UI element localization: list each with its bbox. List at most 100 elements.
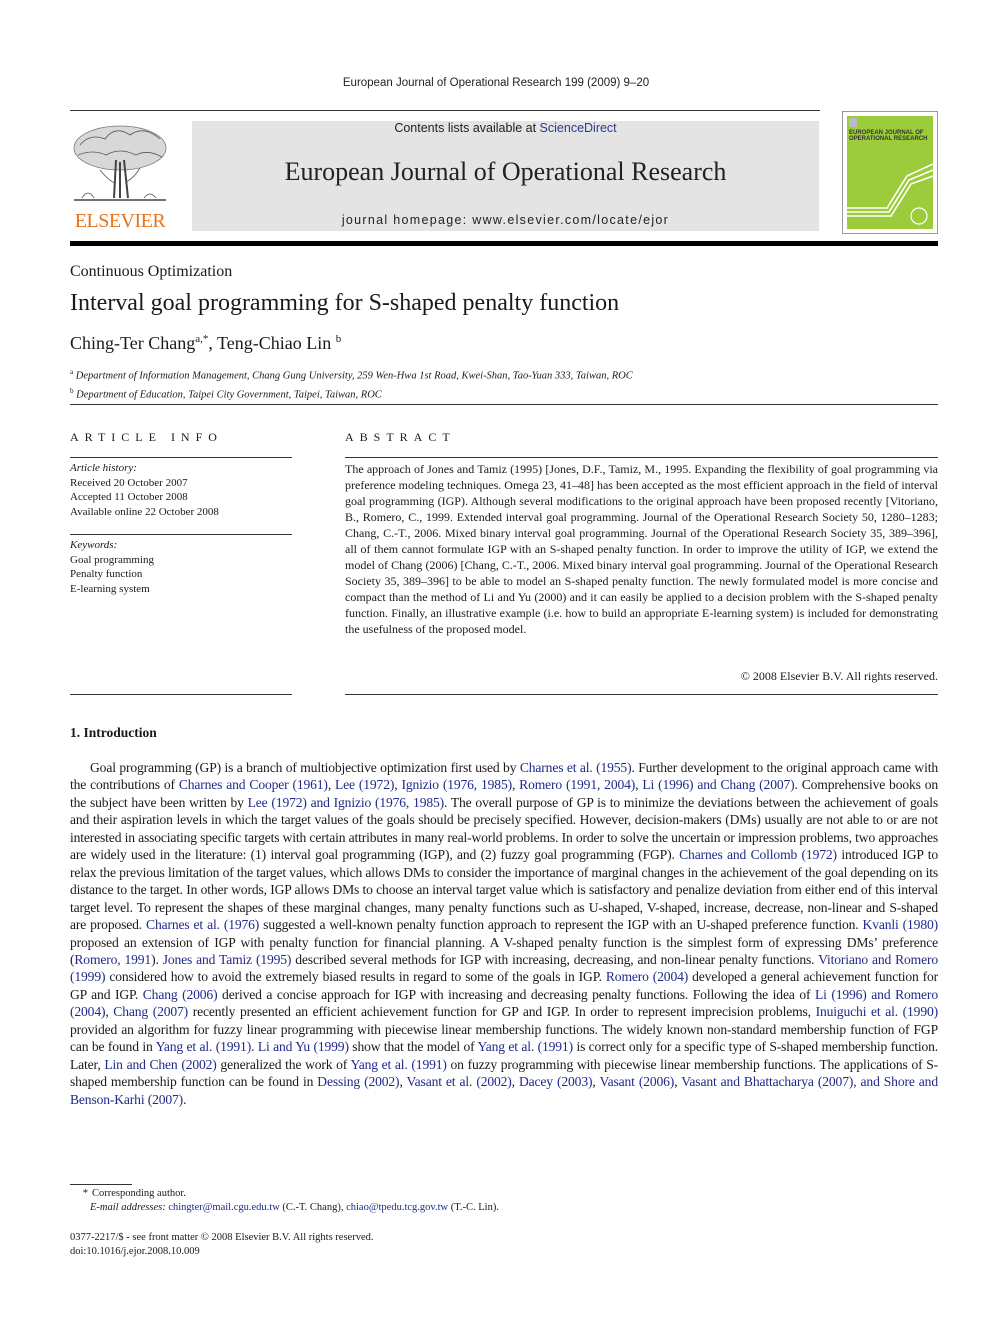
journal-homepage[interactable]: journal homepage: www.elsevier.com/locat… [192,213,819,227]
paper-title: Interval goal programming for S-shaped p… [70,290,620,316]
citation-link[interactable]: Romero, 1991 [74,952,151,967]
author-name: Teng-Chiao Lin [217,333,332,353]
keywords: Keywords: Goal programming Penalty funct… [70,538,154,596]
body-text-run: recently presented an efficient achievem… [188,1004,816,1020]
sciencedirect-link[interactable]: ScienceDirect [540,121,617,135]
citation-link[interactable]: Charnes and Cooper (1961) [179,777,328,792]
citation-link[interactable]: Charnes and Collomb (1972) [679,847,837,862]
masthead-rule [70,241,938,246]
citation-link[interactable]: Lin and Chen (2002) [104,1057,216,1072]
citation-link[interactable]: Jones and Tamiz (1995) [163,952,292,967]
author-list: Ching-Ter Changa,*, Teng-Chiao Lin b [70,333,341,354]
citation-link[interactable]: Ignizio (1976, 1985) [401,777,512,792]
title-rule [70,404,938,405]
elsevier-tree-icon [73,125,167,201]
history-item: Received 20 October 2007 [70,476,188,489]
affiliations: a Department of Information Management, … [70,365,633,403]
history-item: Accepted 11 October 2008 [70,491,188,503]
citation-link[interactable]: Yang et al. (1991) [156,1039,252,1054]
email-label: E-mail addresses: [90,1202,166,1213]
author-affil-marker[interactable]: a,* [195,333,208,345]
doi[interactable]: doi:10.1016/j.ejor.2008.10.009 [70,1245,373,1259]
footnote-star: * [82,1188,88,1199]
abstract-text: The approach of Jones and Tamiz (1995) [… [345,462,938,636]
contents-line: Contents lists available at ScienceDirec… [192,121,819,135]
citation-link[interactable]: Dacey (2003) [519,1074,593,1089]
cover-stripes-icon [847,163,933,225]
citation-link[interactable]: Vasant (2006) [599,1074,674,1089]
cover-title: EUROPEAN JOURNAL OF OPERATIONAL RESEARCH [849,130,928,142]
cover-publisher-mark [849,118,857,127]
citation-link[interactable]: Chang (2007) [113,1004,188,1019]
publisher-logo[interactable]: ELSEVIER [68,118,172,232]
affil-marker: a [70,368,74,376]
affil-marker: b [70,387,74,395]
header-rule [70,110,820,111]
affiliation: a Department of Information Management, … [70,365,633,384]
email-link[interactable]: chiao@tpedu.tcg.gov.tw [346,1202,448,1213]
author-affil-marker[interactable]: b [336,333,342,345]
citation-link[interactable]: Inuiguchi et al. (1990) [816,1004,939,1019]
body-text-run: Goal programming (GP) is a branch of mul… [90,760,520,775]
citation-link[interactable]: Vasant et al. (2002) [407,1074,512,1089]
journal-cover[interactable]: EUROPEAN JOURNAL OF OPERATIONAL RESEARCH [842,111,938,234]
citation-link[interactable]: Yang et al. (1991) [477,1039,573,1054]
keyword: E-learning system [70,582,150,595]
citation-link[interactable]: Kvanli (1980) [863,917,939,932]
affil-text: Department of Education, Taipei City Gov… [76,389,382,401]
body-text-run: , [399,1074,407,1090]
email-owner: (C.-T. Chang), [279,1202,347,1213]
affil-text: Department of Information Management, Ch… [75,370,633,382]
author-name: Ching-Ter Chang [70,333,196,353]
citation-link[interactable]: Romero (1991, 2004) [519,777,635,792]
footnotes: * Corresponding author. E-mail addresses:… [70,1187,499,1215]
body-text-run: derived a concise approach for IGP with … [217,986,815,1002]
citation-link[interactable]: Chang (2006) [143,987,218,1002]
keyword: Penalty function [70,568,143,580]
footnote-rule [70,1184,132,1185]
publisher-name: ELSEVIER [74,210,166,232]
body-text-run: generalized the work of [216,1056,351,1072]
abstract-copyright: © 2008 Elsevier B.V. All rights reserved… [740,669,938,683]
keywords-label: Keywords: [70,539,118,551]
article-history: Article history: Received 20 October 200… [70,461,219,519]
citation-link[interactable]: Li and Yu (1999) [258,1039,349,1054]
abstract-heading: ABSTRACT [345,430,456,444]
body-text-run: , [511,1074,519,1090]
section-heading-introduction: 1. Introduction [70,725,157,740]
body-text-run: ). [151,951,163,967]
imprint: 0377-2217/$ - see front matter © 2008 El… [70,1231,373,1259]
author-separator: , [208,333,218,353]
corresponding-author-note: * Corresponding author. [70,1187,499,1201]
history-item: Available online 22 October 2008 [70,505,219,518]
citation-link[interactable]: Yang et al. (1991) [350,1057,446,1072]
corresponding-label: Corresponding author. [92,1188,186,1199]
body-text-run: . [183,1091,187,1107]
citation-link[interactable]: Lee (1972) [335,777,394,792]
journal-cover-icon: EUROPEAN JOURNAL OF OPERATIONAL RESEARCH [847,116,933,229]
abstract-end-rule [345,694,938,695]
email-owner: (T.-C. Lin). [448,1202,499,1213]
citation-link[interactable]: Charnes et al. (1955) [520,760,632,775]
body-text-run: described several methods for IGP with i… [291,951,819,967]
keywords-rule [70,534,292,535]
citation-link[interactable]: Charnes et al. (1976) [146,917,259,932]
running-head: European Journal of Operational Research… [342,77,650,89]
email-link[interactable]: chingter@mail.cgu.edu.tw [168,1202,279,1213]
citation-link[interactable]: Lee (1972) and Ignizio (1976, 1985) [248,795,445,810]
section-label: Continuous Optimization [70,263,233,280]
body-text-run: considered how to avoid the extremely bi… [105,969,606,985]
body-text-run: , [327,777,336,793]
journal-banner: Contents lists available at ScienceDirec… [192,121,819,231]
issn-line: 0377-2217/$ - see front matter © 2008 El… [70,1232,374,1243]
citation-link[interactable]: Li (1996) and Chang (2007) [642,777,794,792]
article-info-end-rule [70,694,292,695]
body-text-run: . [251,1039,258,1055]
citation-link[interactable]: Dessing (2002) [317,1074,399,1089]
citation-link[interactable]: Romero (2004) [606,969,688,984]
journal-title: European Journal of Operational Research [284,157,727,186]
email-line: E-mail addresses: chingter@mail.cgu.edu.… [70,1201,499,1215]
article-info-heading: ARTICLE INFO [70,430,223,444]
abstract-rule [345,457,938,458]
affiliation: b Department of Education, Taipei City G… [70,384,633,403]
